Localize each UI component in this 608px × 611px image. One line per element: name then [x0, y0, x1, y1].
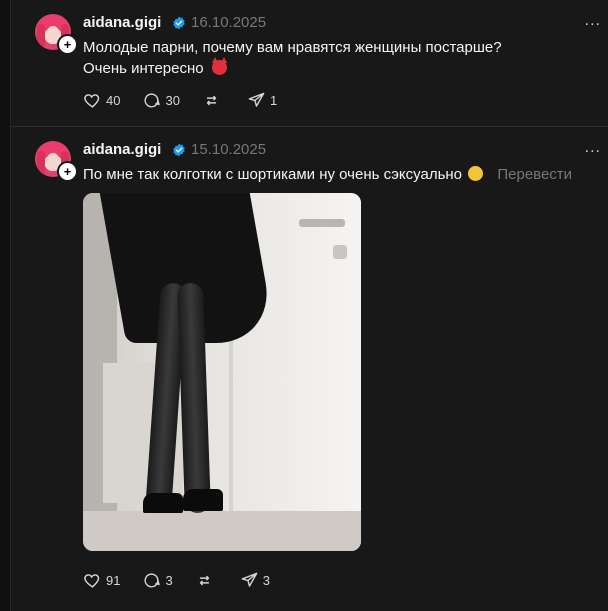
more-options-icon[interactable]: ...	[585, 139, 601, 157]
post-date[interactable]: 15.10.2025	[191, 141, 266, 158]
post-text-line-text: Очень интересно	[83, 60, 204, 77]
like-button[interactable]: 91	[83, 571, 120, 590]
follow-plus-icon[interactable]: +	[57, 161, 78, 182]
heart-icon	[84, 574, 100, 588]
feed: + aidana.gigi 16.10.2025 ... Молодые пар…	[10, 0, 608, 611]
repost-icon	[206, 95, 217, 106]
smirk-emoji-icon	[468, 166, 484, 181]
share-count: 3	[262, 573, 270, 588]
post-actions: 91 3 3	[83, 571, 292, 590]
share-button[interactable]: 1	[247, 91, 277, 110]
comment-icon	[144, 573, 161, 588]
more-options-icon[interactable]: ...	[585, 12, 601, 30]
post-text-content: По мне так колготки с шортиками ну очень…	[83, 166, 463, 183]
like-button[interactable]: 40	[83, 91, 120, 110]
username[interactable]: aidana.gigi	[83, 141, 161, 158]
share-button[interactable]: 3	[240, 571, 270, 590]
translate-link[interactable]: Перевести	[497, 166, 572, 183]
comment-count: 30	[165, 93, 180, 108]
like-count: 91	[106, 573, 121, 588]
like-count: 40	[106, 93, 121, 108]
username[interactable]: aidana.gigi	[83, 14, 161, 31]
follow-plus-icon[interactable]: +	[57, 34, 78, 55]
send-icon	[241, 572, 258, 587]
comment-button[interactable]: 30	[142, 91, 180, 110]
post[interactable]: + aidana.gigi 15.10.2025 ... По мне так …	[11, 127, 608, 611]
comment-count: 3	[165, 573, 173, 588]
share-count: 1	[269, 93, 278, 108]
post-text: По мне так колготки с шортиками ну очень…	[83, 164, 572, 185]
repost-button[interactable]	[195, 571, 218, 590]
post-text-line-2: Очень интересно	[83, 57, 502, 79]
post-date[interactable]: 16.10.2025	[191, 14, 266, 31]
post-text: Молодые парни, почему вам нравятся женщи…	[83, 37, 502, 79]
devil-emoji-icon	[211, 57, 227, 75]
verified-badge-icon	[173, 16, 185, 30]
post-text-line: Молодые парни, почему вам нравятся женщи…	[83, 39, 502, 56]
post[interactable]: + aidana.gigi 16.10.2025 ... Молодые пар…	[11, 0, 608, 126]
post-image[interactable]	[83, 193, 361, 551]
repost-button[interactable]	[202, 91, 225, 110]
comment-icon	[144, 93, 161, 108]
comment-button[interactable]: 3	[142, 571, 173, 590]
post-actions: 40 30 1	[83, 91, 299, 110]
send-icon	[248, 92, 265, 107]
heart-icon	[84, 94, 100, 108]
repost-icon	[199, 575, 209, 586]
verified-badge-icon	[173, 143, 185, 157]
